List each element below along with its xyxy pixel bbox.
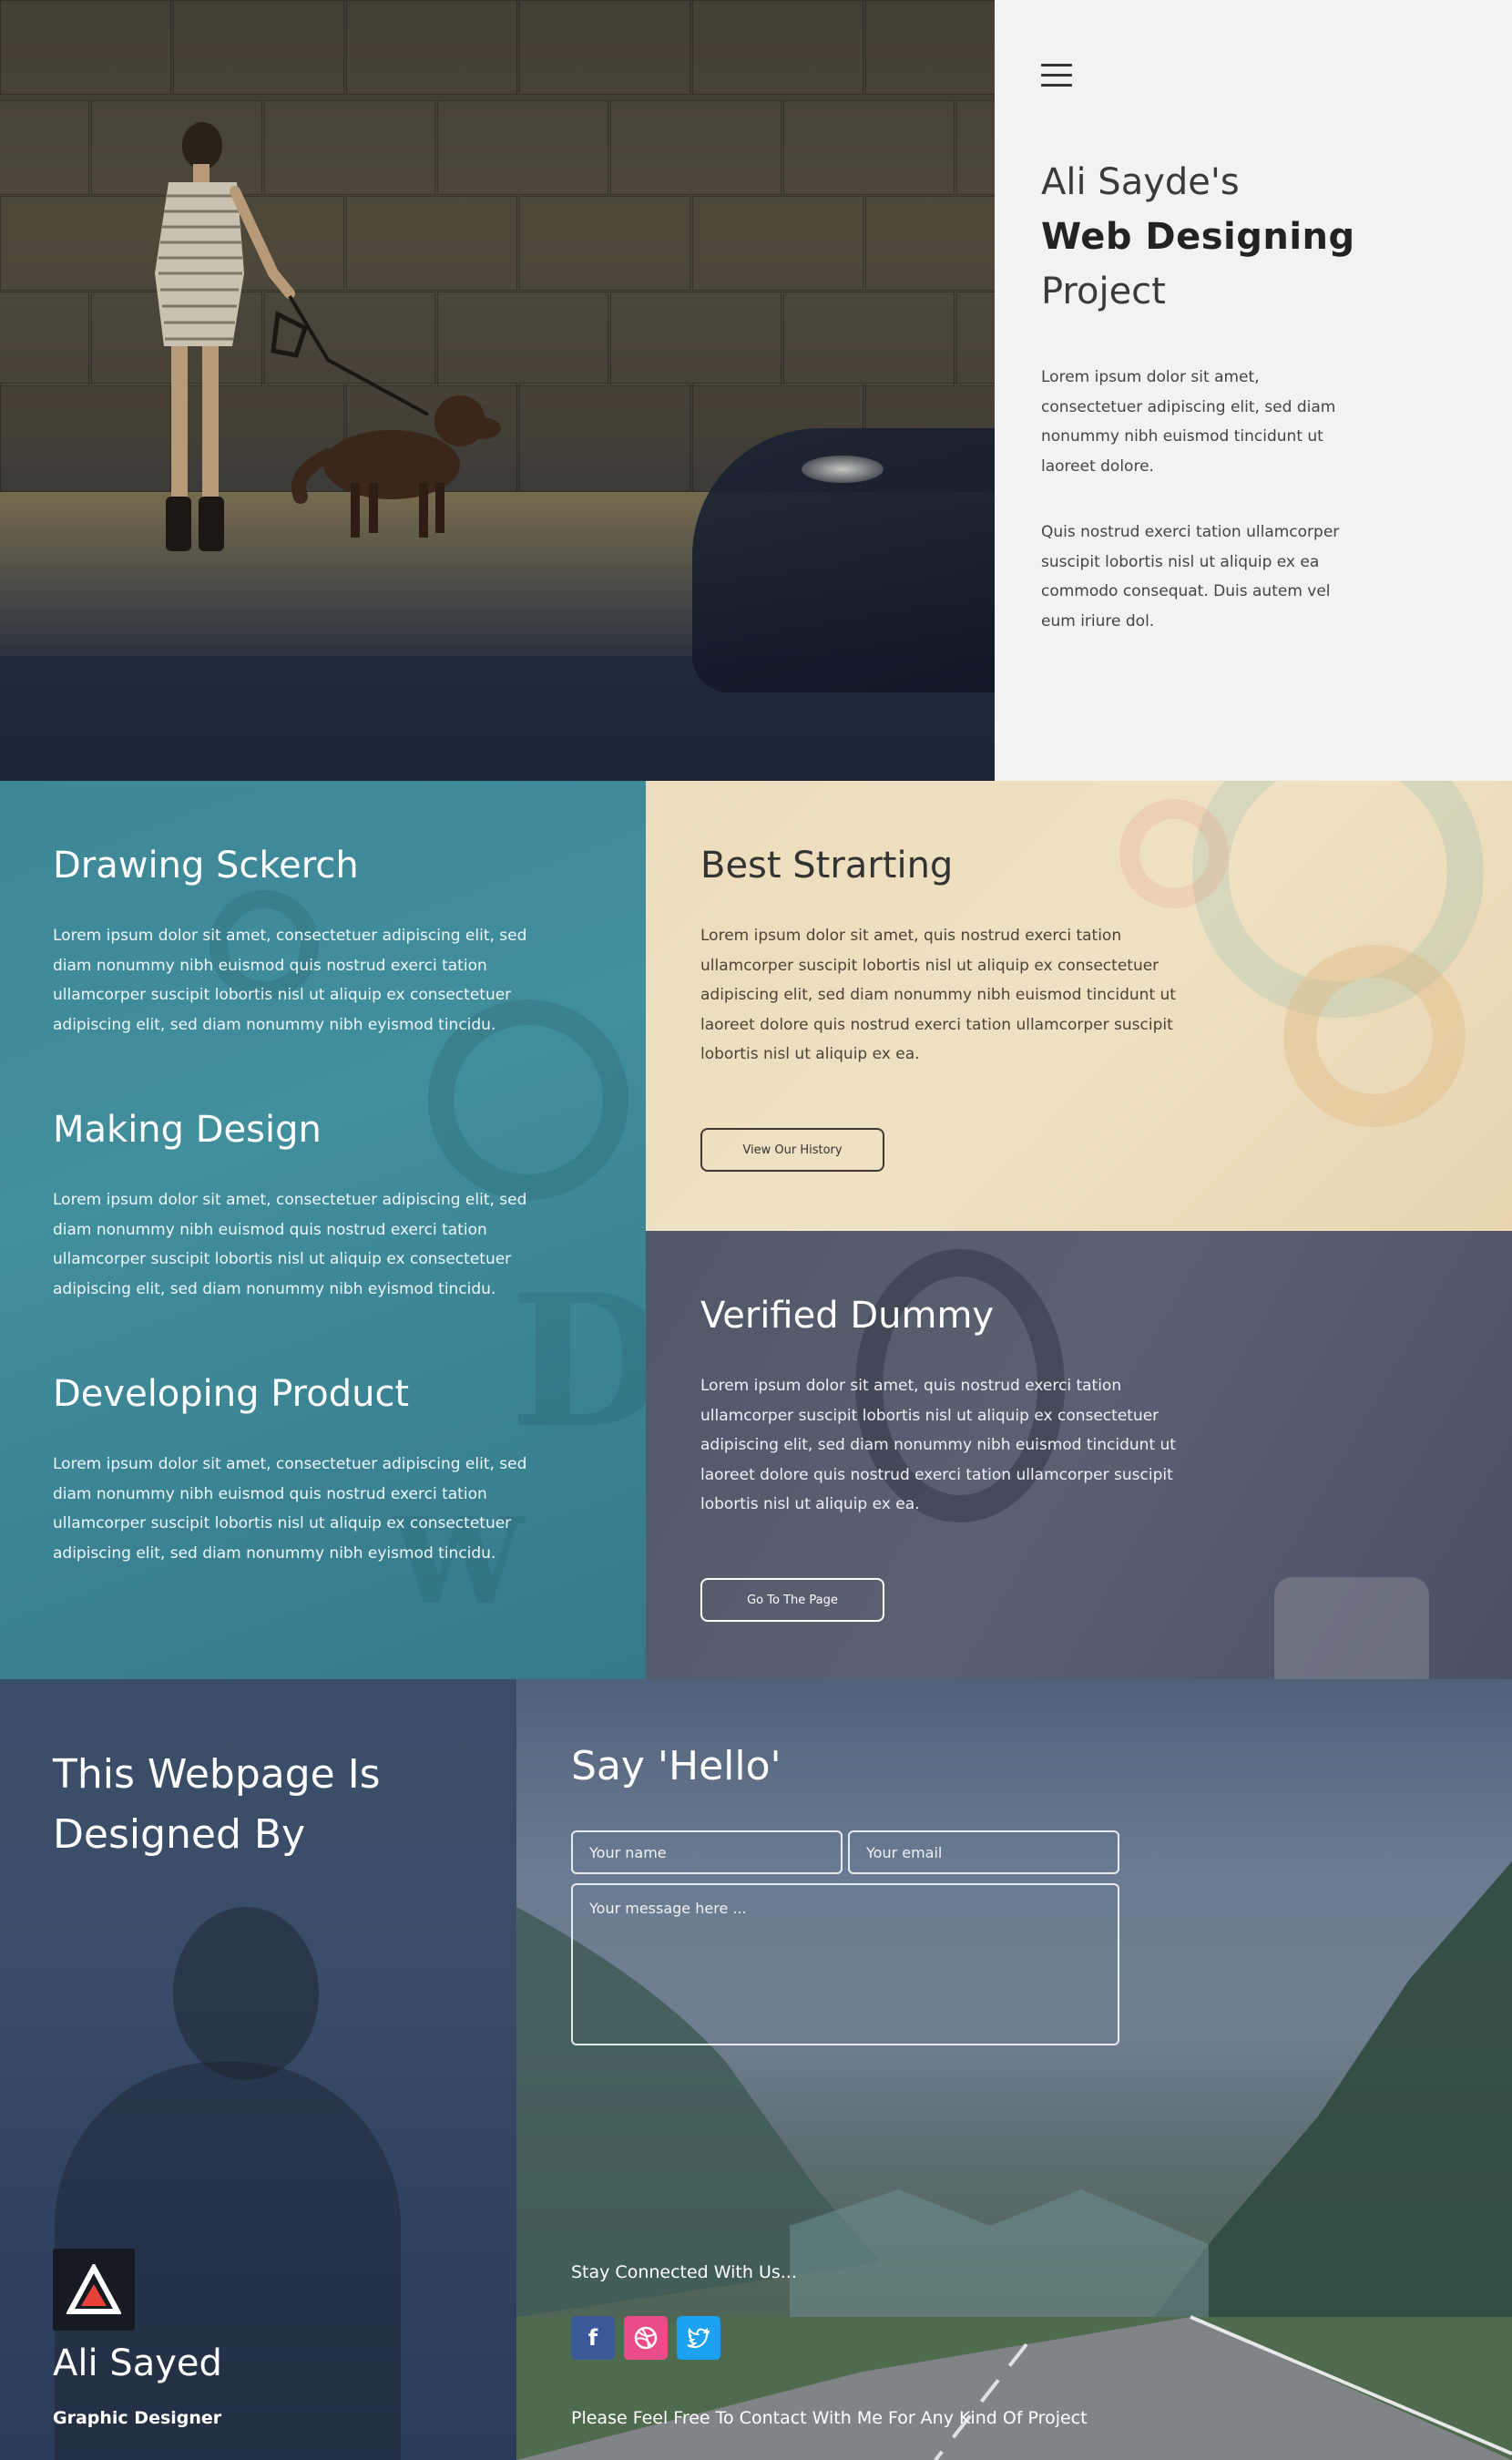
designed-by-title: This Webpage Is Designed By	[53, 1745, 481, 1865]
decor-cup	[1274, 1577, 1429, 1679]
dribbble-icon	[634, 2326, 658, 2350]
hero-image	[0, 0, 995, 781]
contact-panel: Say 'Hello' Stay Connected With Us... f …	[516, 1679, 1512, 2460]
verified-dummy-text: Lorem ipsum dolor sit amet, quis nostrud…	[700, 1377, 1176, 1513]
feature-text-making: Lorem ipsum dolor sit amet, consectetuer…	[53, 1191, 527, 1298]
car-headlight	[802, 456, 884, 483]
feature-title-making: Making Design	[53, 1109, 322, 1151]
hero-title-line3: Project	[1041, 271, 1166, 313]
best-starting-title: Best Strarting	[700, 845, 954, 887]
decor-ring	[1283, 945, 1466, 1127]
designer-logo	[53, 2249, 135, 2331]
hamburger-menu-icon[interactable]	[1041, 64, 1072, 91]
name-input[interactable]	[571, 1830, 843, 1874]
verified-dummy-title: Verified Dummy	[700, 1295, 995, 1337]
contact-footer-note: Please Feel Free To Contact With Me For …	[571, 2408, 1088, 2428]
hero-title-line2: Web Designing	[1041, 216, 1355, 258]
designer-name: Ali Sayed	[53, 2342, 222, 2384]
email-input[interactable]	[848, 1830, 1119, 1874]
feature-text-drawing: Lorem ipsum dolor sit amet, consectetuer…	[53, 927, 527, 1034]
best-starting-card: Best Strarting Lorem ipsum dolor sit ame…	[646, 781, 1512, 1231]
say-hello-title: Say 'Hello'	[571, 1743, 782, 1789]
hero-paragraph-1: Lorem ipsum dolor sit amet, consectetuer…	[1041, 368, 1336, 476]
hero-title: Ali Sayde's Web Designing Project	[1041, 155, 1460, 319]
feature-title-developing: Developing Product	[53, 1373, 410, 1415]
designed-by-line2: Designed By	[53, 1811, 306, 1858]
hero-text-panel: Ali Sayde's Web Designing Project Lorem …	[995, 0, 1512, 781]
facebook-button[interactable]: f	[571, 2316, 615, 2360]
view-history-button[interactable]: View Our History	[700, 1128, 884, 1172]
stay-connected-label: Stay Connected With Us...	[571, 2262, 797, 2282]
best-starting-text: Lorem ipsum dolor sit amet, quis nostrud…	[700, 927, 1176, 1063]
hero-title-line1: Ali Sayde's	[1041, 161, 1240, 203]
twitter-button[interactable]	[677, 2316, 720, 2360]
designer-role: Graphic Designer	[53, 2408, 222, 2428]
decor-ring	[1119, 799, 1229, 908]
features-panel: DS W Drawing Sckerch Lorem ipsum dolor s…	[0, 781, 646, 1679]
feature-text-developing: Lorem ipsum dolor sit amet, consectetuer…	[53, 1455, 527, 1563]
dribbble-button[interactable]	[624, 2316, 668, 2360]
designer-panel: This Webpage Is Designed By Ali Sayed Gr…	[0, 1679, 516, 2460]
triangle-logo-icon	[66, 2264, 121, 2314]
designed-by-line1: This Webpage Is	[53, 1751, 381, 1798]
feature-title-drawing: Drawing Sckerch	[53, 845, 359, 887]
verified-dummy-card: Verified Dummy Lorem ipsum dolor sit ame…	[646, 1231, 1512, 1679]
facebook-icon: f	[587, 2325, 598, 2351]
message-textarea[interactable]	[571, 1883, 1119, 2045]
twitter-icon	[687, 2327, 710, 2349]
go-to-page-button[interactable]: Go To The Page	[700, 1578, 884, 1622]
person-silhouette-head	[173, 1907, 319, 2080]
hero-paragraph-2: Quis nostrud exerci tation ullamcorper s…	[1041, 523, 1340, 630]
